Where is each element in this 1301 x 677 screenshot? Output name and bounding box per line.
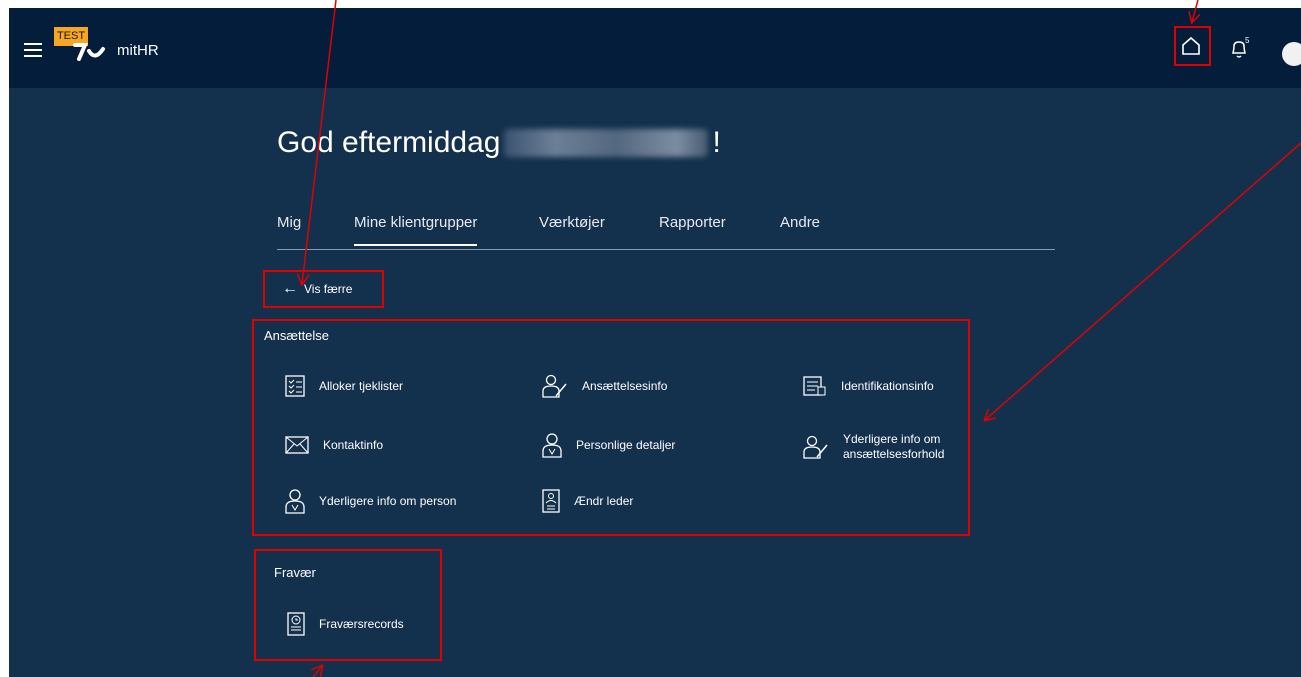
greeting-suffix: ! <box>712 126 721 159</box>
annotation-box-absence <box>254 549 442 661</box>
hamburger-menu-icon[interactable] <box>24 43 42 57</box>
greeting-text: God eftermiddag <box>277 126 501 159</box>
annotation-box-home <box>1174 26 1211 66</box>
tab-vaerktoejer[interactable]: Værktøjer <box>539 214 605 231</box>
blurred-user-name <box>504 129 709 157</box>
top-bar: TEST mitHR 5 <box>9 8 1301 88</box>
tab-mig[interactable]: Mig <box>277 214 301 231</box>
page-title: God eftermiddag ! <box>277 126 721 160</box>
tab-mine-klientgrupper[interactable]: Mine klientgrupper <box>354 214 478 246</box>
avatar[interactable] <box>1282 42 1301 66</box>
tab-rapporter[interactable]: Rapporter <box>659 214 726 231</box>
logo-icon <box>73 43 105 61</box>
tab-bar: Mig Mine klientgrupper Værktøjer Rapport… <box>277 214 1055 250</box>
app-name[interactable]: mitHR <box>117 42 159 59</box>
notification-count: 5 <box>1245 36 1250 45</box>
annotation-box-employment <box>252 319 970 536</box>
annotation-box-show-less <box>263 270 384 308</box>
tab-andre[interactable]: Andre <box>780 214 820 231</box>
